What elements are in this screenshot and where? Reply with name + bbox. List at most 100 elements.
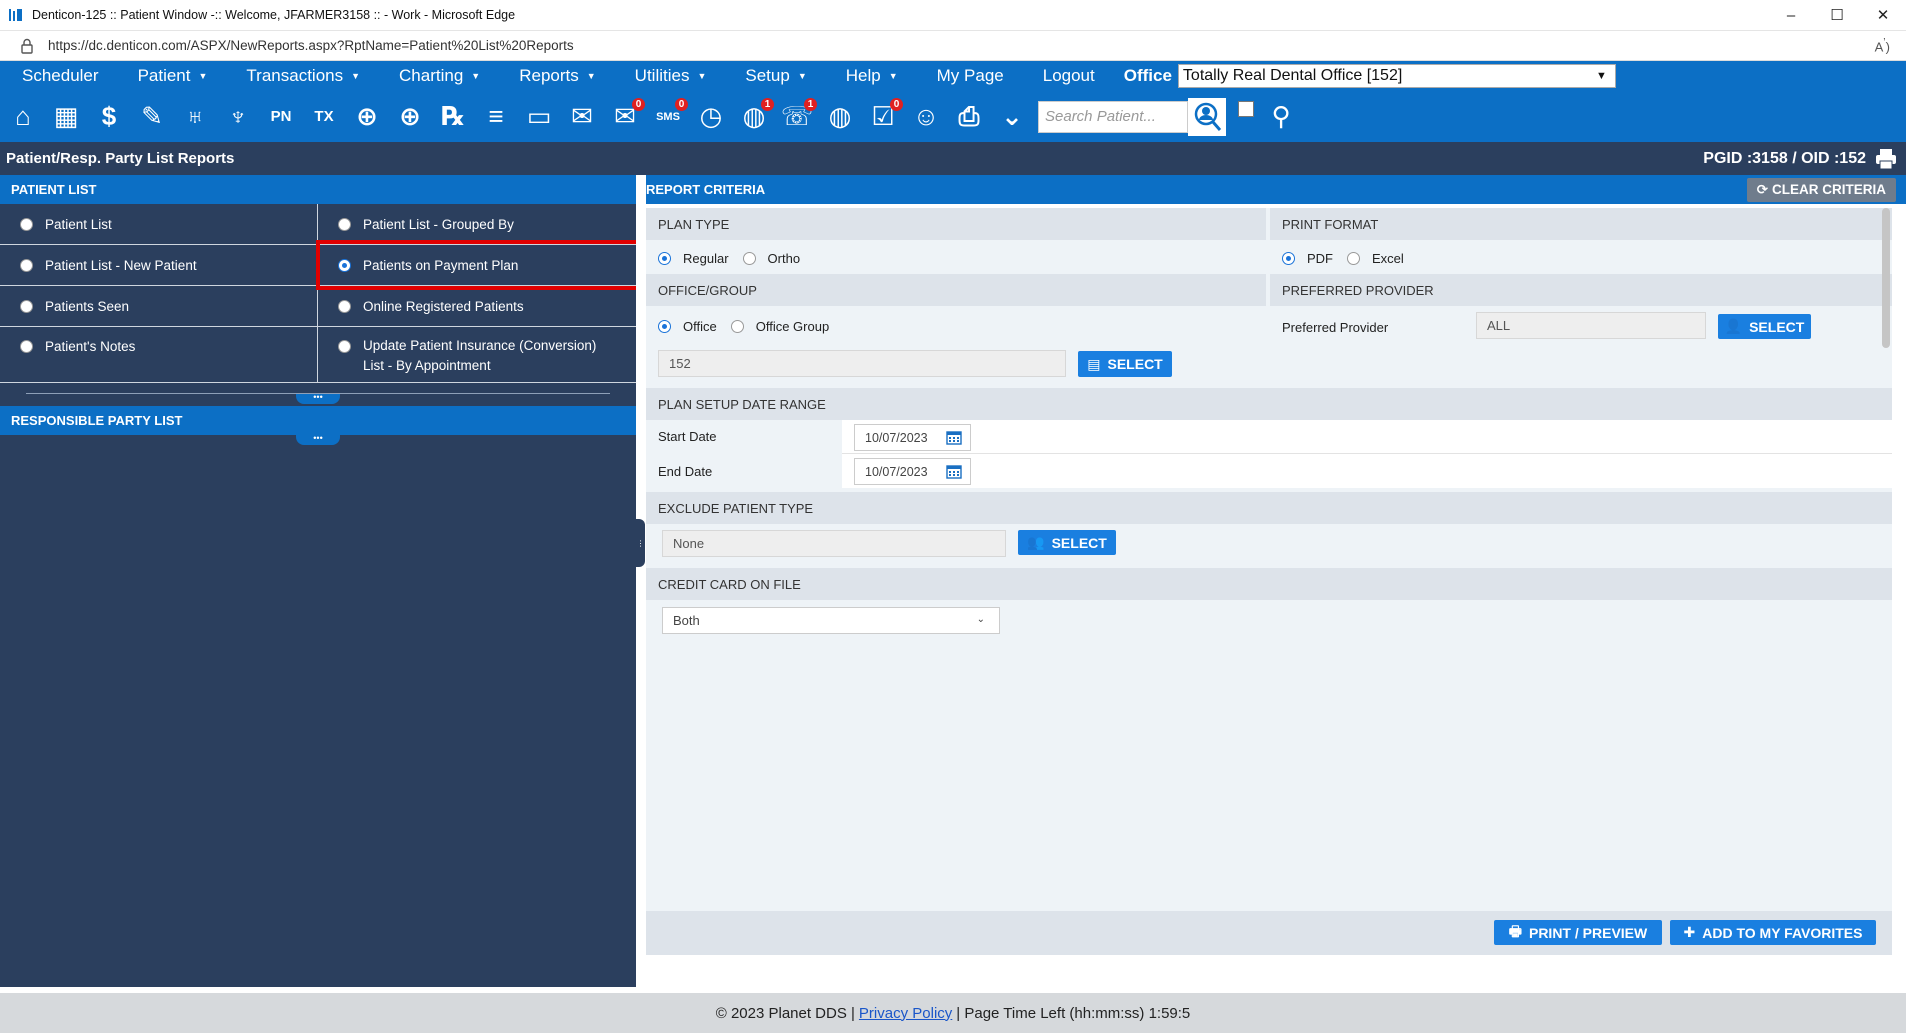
option-patients-seen[interactable]: Patients Seen [0, 286, 318, 327]
radio-office-group[interactable] [730, 319, 744, 333]
toolbar-glyph: ☺ [912, 101, 940, 131]
globe-user-icon[interactable]: ◍ 1 [735, 97, 774, 137]
option-patient-list-grouped-by[interactable]: Patient List - Grouped By [318, 204, 636, 245]
end-date-input[interactable]: 10/07/2023 [854, 458, 971, 485]
menu-my-page[interactable]: My Page [915, 61, 1021, 91]
radio-excel[interactable] [1347, 251, 1360, 265]
minimize-button[interactable]: – [1768, 0, 1814, 31]
toolbar-glyph: ⊕ [399, 101, 421, 131]
rx-icon[interactable]: ℞ [434, 97, 472, 137]
radio-button-selected[interactable] [338, 258, 351, 272]
menu-charting[interactable]: Charting ▼ [377, 61, 497, 91]
radio-regular[interactable] [658, 251, 671, 265]
office-label: Office [1123, 66, 1172, 85]
radio-ortho[interactable] [742, 251, 756, 265]
panel-splitter[interactable]: ⋮ [636, 175, 646, 987]
criteria-form: PLAN TYPE PRINT FORMAT Regular Ortho PDF… [646, 208, 1892, 911]
print-preview-button[interactable]: 🖶 PRINT / PREVIEW [1494, 920, 1662, 945]
scanner-icon[interactable]: ▭ [520, 97, 558, 137]
menu-scheduler[interactable]: Scheduler [0, 61, 116, 91]
add-patient-icon[interactable]: ⊕ [348, 97, 386, 137]
office-select-button[interactable]: ▤ SELECT [1078, 351, 1172, 377]
print-page-icon[interactable] [1874, 148, 1898, 170]
tooth-roots-icon[interactable]: ♆ [219, 97, 257, 137]
search-patient-button[interactable] [1188, 97, 1226, 136]
credit-card-select[interactable]: Both ⌄ [662, 607, 1000, 634]
splitter-grip-icon[interactable]: ⋮ [636, 519, 645, 567]
toolbar-glyph: ◍ [828, 101, 852, 131]
option-update-patient-insurance[interactable]: Update Patient Insurance (Conversion) Lis… [318, 327, 636, 383]
patient-group-add-icon[interactable]: ⊕ [391, 97, 429, 137]
globe-icon[interactable]: ◍ [821, 97, 859, 137]
calendar-icon[interactable] [946, 430, 962, 445]
url-field[interactable]: https://dc.denticon.com/ASPX/NewReports.… [48, 38, 1875, 53]
read-aloud-icon[interactable]: Aʼ) [1875, 37, 1890, 54]
printer-icon[interactable]: ⎙ [950, 97, 988, 137]
toolbar-glyph: TX [314, 108, 334, 125]
menu-logout[interactable]: Logout [1021, 61, 1112, 91]
patient-list-header[interactable]: PATIENT LIST [0, 175, 636, 204]
menu-transactions[interactable]: Transactions ▼ [224, 61, 377, 91]
pn-icon[interactable]: PN [262, 97, 300, 137]
menu-patient[interactable]: Patient ▼ [116, 61, 225, 91]
menu-setup[interactable]: Setup ▼ [723, 61, 823, 91]
toolbar-glyph: ≡ [488, 101, 504, 131]
office-group-header: OFFICE/GROUP [646, 274, 1266, 306]
option-patient-list[interactable]: Patient List [0, 204, 318, 245]
radio-button[interactable] [338, 299, 351, 313]
tx-icon[interactable]: TX [305, 97, 343, 137]
search-patient-input[interactable]: Search Patient... [1038, 100, 1188, 133]
clear-criteria-button[interactable]: ⟳ CLEAR CRITERIA [1746, 177, 1896, 202]
dollar-icon[interactable]: $ [90, 97, 128, 137]
notes-icon[interactable]: ≡ [477, 97, 515, 137]
patient-search-group-icon[interactable]: ⚲ [1262, 97, 1300, 137]
chevron-down-box-icon[interactable]: ⌄ [993, 97, 1031, 137]
radio-pdf[interactable] [1282, 251, 1295, 265]
form-scrollbar[interactable] [1882, 208, 1890, 348]
sms-icon[interactable]: SMS 0 [649, 97, 688, 137]
option-online-registered-patients[interactable]: Online Registered Patients [318, 286, 636, 327]
calendar-icon[interactable]: ▦ [47, 97, 85, 137]
start-date-input[interactable]: 10/07/2023 [854, 424, 971, 451]
radio-office[interactable] [658, 319, 671, 333]
option-patient-list-new-patient[interactable]: Patient List - New Patient [0, 245, 318, 286]
radio-button[interactable] [20, 299, 33, 313]
radio-button[interactable] [338, 340, 351, 353]
responsible-party-list-header[interactable]: RESPONSIBLE PARTY LIST [0, 406, 636, 435]
mail-icon[interactable]: ✉ [563, 97, 601, 137]
checklist-icon[interactable]: ☑ 0 [864, 97, 903, 137]
clock-icon[interactable]: ◷ [692, 97, 730, 137]
tooth-icon[interactable]: ♅ [176, 97, 214, 137]
privacy-policy-link[interactable]: Privacy Policy [859, 1005, 952, 1022]
menu-help[interactable]: Help ▼ [824, 61, 915, 91]
radio-button[interactable] [338, 217, 351, 231]
radio-button[interactable] [20, 258, 33, 272]
message-icon[interactable]: ✉ 0 [606, 97, 645, 137]
button-label: SELECT [1749, 318, 1805, 335]
support-icon[interactable]: ☏ 1 [778, 97, 817, 137]
menu-label: Reports [519, 66, 579, 85]
edit-list-icon[interactable]: ✎ [133, 97, 171, 137]
menu-utilities[interactable]: Utilities ▼ [613, 61, 724, 91]
exclude-patient-type-select-button[interactable]: 👥 SELECT [1018, 530, 1116, 555]
calendar-icon[interactable] [946, 464, 962, 479]
radio-button[interactable] [20, 340, 33, 353]
collapse-handle[interactable]: ••• [296, 393, 340, 404]
option-label: Patient's Notes [45, 339, 136, 354]
option-patients-on-payment-plan[interactable]: Patients on Payment Plan [318, 245, 636, 286]
preferred-provider-field: ALL [1476, 312, 1706, 339]
home-icon[interactable]: ⌂ [4, 97, 42, 137]
toolbar-checkbox[interactable] [1238, 100, 1254, 117]
menu-reports[interactable]: Reports ▼ [497, 61, 612, 91]
add-to-favorites-button[interactable]: ✚ ADD TO MY FAVORITES [1670, 920, 1876, 945]
office-select[interactable]: Totally Real Dental Office [152] ▼ [1177, 64, 1616, 88]
user-search-icon [1194, 102, 1222, 131]
expand-handle[interactable]: ••• [296, 434, 340, 445]
option-patients-notes[interactable]: Patient's Notes [0, 327, 318, 383]
radio-label: Excel [1372, 250, 1404, 266]
close-button[interactable]: ✕ [1860, 0, 1906, 31]
radio-button[interactable] [20, 217, 33, 231]
maximize-button[interactable]: ☐ [1814, 0, 1860, 31]
preferred-provider-select-button[interactable]: 👤 SELECT [1718, 314, 1811, 339]
family-icon[interactable]: ☺ [907, 97, 945, 137]
